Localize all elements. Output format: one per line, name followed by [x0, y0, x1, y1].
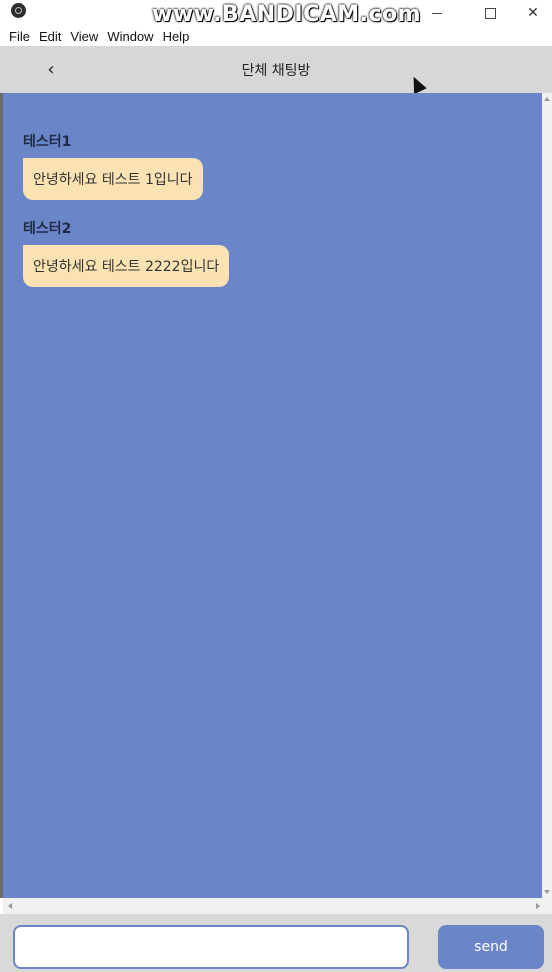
- scroll-right-icon[interactable]: [536, 903, 540, 909]
- menu-view[interactable]: View: [70, 29, 98, 44]
- message-bubble: 안녕하세요 테스트 2222입니다: [23, 245, 230, 287]
- chat-header: ‹ 단체 채팅방: [0, 46, 552, 93]
- maximize-button[interactable]: [467, 0, 513, 26]
- close-button[interactable]: ✕: [510, 0, 552, 26]
- message-sender: 테스터1: [23, 134, 72, 150]
- bandicam-watermark: www.BANDICAM.com: [152, 2, 422, 27]
- message-item: 테스터1 안녕하세요 테스트 1입니다: [23, 131, 203, 200]
- message-bubble: 안녕하세요 테스트 1입니다: [23, 158, 203, 200]
- vertical-scrollbar[interactable]: [542, 93, 552, 898]
- scroll-down-icon[interactable]: [544, 890, 550, 894]
- window-titlebar: www.BANDICAM.com ✕: [0, 0, 552, 27]
- send-button[interactable]: send: [438, 925, 544, 969]
- menu-help[interactable]: Help: [163, 29, 190, 44]
- close-icon: ✕: [527, 5, 539, 21]
- menubar: File Edit View Window Help: [0, 26, 552, 46]
- page-title: 단체 채팅방: [241, 63, 311, 79]
- message-input[interactable]: [13, 925, 409, 969]
- menu-file[interactable]: File: [9, 29, 30, 44]
- horizontal-scrollbar[interactable]: [3, 898, 552, 914]
- scroll-left-icon[interactable]: [8, 903, 12, 909]
- scroll-up-icon[interactable]: [544, 97, 550, 101]
- app-icon: [11, 3, 26, 18]
- chat-area: 테스터1 안녕하세요 테스트 1입니다 테스터2 안녕하세요 테스트 2222입…: [3, 93, 542, 898]
- composer-bar: send: [0, 914, 552, 972]
- message-item: 테스터2 안녕하세요 테스트 2222입니다: [23, 218, 230, 287]
- menu-window[interactable]: Window: [107, 29, 153, 44]
- minimize-button[interactable]: [414, 0, 460, 26]
- maximize-icon: [484, 7, 496, 19]
- menu-edit[interactable]: Edit: [39, 29, 61, 44]
- minimize-icon: [432, 12, 442, 14]
- message-sender: 테스터2: [23, 221, 72, 237]
